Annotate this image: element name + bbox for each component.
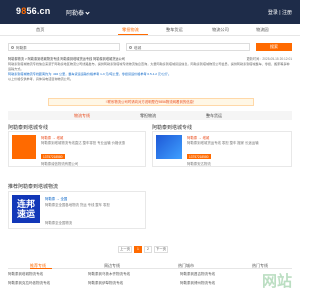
- filter-tab-ftl[interactable]: 整车货运: [206, 113, 222, 119]
- filter-tab-special[interactable]: 物流专线: [74, 113, 90, 119]
- next-page-button[interactable]: 下一页: [154, 246, 168, 253]
- page-1-button[interactable]: 1: [134, 246, 142, 253]
- watermark: 网站: [261, 273, 292, 290]
- intro-paragraph-3: 以上价格仅供参考，具体请电话咨询物流公司。: [8, 77, 73, 81]
- company-name[interactable]: 阿勒泰诚信物流有限公司: [41, 161, 78, 166]
- company-name[interactable]: 阿勒泰安达物流: [187, 161, 211, 166]
- listing-description: 阿勒泰到塔城物流专线直达 整车零担 专业运输 价格优惠: [41, 141, 126, 145]
- location-pin-icon: [11, 46, 14, 49]
- breadcrumb[interactable]: 阿勒泰物流 > 阿勒泰到塔城物流专线 阿勒泰到塔城货运专线 阿勒泰到塔城货运公司: [8, 56, 125, 61]
- listing-description: 阿勒泰至全国各地物流 货运 专线 整车 零担: [45, 203, 110, 207]
- search-button[interactable]: 搜索: [256, 43, 292, 51]
- route-link[interactable]: 阿勒泰到昌吉物流专线: [180, 272, 215, 277]
- route-link[interactable]: 阿勒泰到克拉玛依物流专线: [8, 281, 50, 286]
- listing-thumbnail: [12, 135, 36, 159]
- update-time: 更新时间：2025-05-15 20:12:01: [246, 57, 292, 61]
- brand-line-2: 速运: [16, 209, 35, 219]
- route-link[interactable]: 阿勒泰到博州物流专线: [180, 281, 215, 286]
- route-label: 阿勒泰 → 塔城: [187, 135, 209, 140]
- prev-page-button[interactable]: 上一页: [118, 246, 132, 253]
- listing-description: 阿勒泰到塔城货运专线 零担 整车 搬家 长途运输: [187, 141, 259, 145]
- section-title-recommended: 推荐阿勒泰到塔城物流: [8, 184, 59, 190]
- route-search: 阿勒泰 塔城 搜索: [8, 43, 292, 51]
- route-to: 塔城: [202, 136, 210, 140]
- bottom-tabs: 推荐专线 周边专线 热门城市 热门专线: [8, 261, 292, 269]
- phone-badge[interactable]: 13757218580: [187, 154, 211, 159]
- top-bar: 9856.cn 阿勒泰 登录 | 注册: [0, 0, 300, 24]
- section-title-special-2: 阿勒泰到塔城专线: [152, 125, 193, 131]
- location-pin-icon: [129, 46, 132, 49]
- nav-tab-park[interactable]: 物流园: [256, 27, 269, 33]
- bottom-tab-hot-lines[interactable]: 热门专线: [252, 263, 268, 269]
- nav-tab-ltl[interactable]: 零担物流: [122, 27, 139, 33]
- nav-tab-companies[interactable]: 物流公司: [212, 27, 229, 33]
- chevron-down-icon: [85, 10, 90, 15]
- city-label: 阿勒泰: [66, 11, 85, 17]
- from-city-input[interactable]: 阿勒泰: [8, 43, 120, 51]
- pagination: 上一页 1 2 下一页: [0, 246, 300, 254]
- active-tab-indicator: [118, 34, 148, 36]
- from-city-value: 阿勒泰: [16, 45, 27, 50]
- route-to: 全国: [60, 197, 68, 201]
- listing-thumbnail-brand: 连邦 速运: [12, 195, 40, 223]
- route-link[interactable]: 阿勒泰到伊犁物流专线: [88, 281, 123, 286]
- intro-text: 阿勒泰到塔城物流专线信息来源于阿勒泰地区物流公司线路发布，提供阿勒泰到塔城专线物…: [8, 62, 292, 82]
- main-nav: 首页 零担物流 整车货运 物流公司 物流园: [0, 24, 300, 36]
- site-logo[interactable]: 9856.cn: [16, 6, 50, 16]
- bottom-tab-indicator: [30, 268, 52, 269]
- intro-paragraph-1: 阿勒泰到塔城物流专线信息来源于阿勒泰地区物流公司线路发布，提供阿勒泰到塔城专线物…: [8, 62, 290, 71]
- filter-tabs: 物流专线 零担物流 整车货运: [8, 111, 292, 120]
- route-link[interactable]: 阿勒泰到乌鲁木齐物流专线: [88, 272, 130, 277]
- brand-line-1: 连邦: [16, 199, 35, 209]
- to-city-value: 塔城: [134, 45, 142, 50]
- route-from: 阿勒泰: [41, 136, 52, 140]
- notice-banner: ! 联系物流公司时请向对方说明是在9856物流网看到的信息！: [48, 98, 254, 106]
- listing-card-1[interactable]: 阿勒泰 → 塔城 阿勒泰到塔城物流专线直达 整车零担 专业运输 价格优惠 137…: [8, 131, 146, 167]
- listing-card-2[interactable]: 阿勒泰 → 塔城 阿勒泰到塔城货运专线 零担 整车 搬家 长途运输 137572…: [152, 131, 292, 167]
- company-name[interactable]: 阿勒泰至全国物流: [45, 220, 72, 225]
- nav-tab-home[interactable]: 首页: [36, 27, 44, 33]
- login-register-link[interactable]: 登录 | 注册: [268, 9, 292, 16]
- section-title-special: 阿勒泰到塔城专线: [8, 125, 49, 131]
- logo-char-4: 6.cn: [31, 6, 51, 16]
- route-label: 阿勒泰 → 全国: [45, 196, 67, 201]
- page-2-button[interactable]: 2: [144, 246, 152, 253]
- city-selector[interactable]: 阿勒泰: [66, 8, 90, 17]
- listing-card-3[interactable]: 连邦 速运 阿勒泰 → 全国 阿勒泰至全国各地物流 货运 专线 整车 零担 阿勒…: [8, 191, 146, 229]
- bottom-tab-hot-cities[interactable]: 热门城市: [178, 263, 194, 269]
- bottom-tab-nearby[interactable]: 周边专线: [104, 263, 120, 269]
- listing-thumbnail: [156, 135, 182, 159]
- route-from: 阿勒泰: [187, 136, 198, 140]
- phone-badge[interactable]: 13757218580: [41, 154, 65, 159]
- route-label: 阿勒泰 → 塔城: [41, 135, 63, 140]
- route-to: 塔城: [56, 136, 64, 140]
- route-from: 阿勒泰: [45, 197, 56, 201]
- route-link[interactable]: 阿勒泰到塔城物流专线: [8, 272, 43, 277]
- nav-tab-ftl[interactable]: 整车货运: [166, 27, 183, 33]
- to-city-input[interactable]: 塔城: [126, 43, 250, 51]
- filter-tab-ltl[interactable]: 零担物流: [140, 113, 156, 119]
